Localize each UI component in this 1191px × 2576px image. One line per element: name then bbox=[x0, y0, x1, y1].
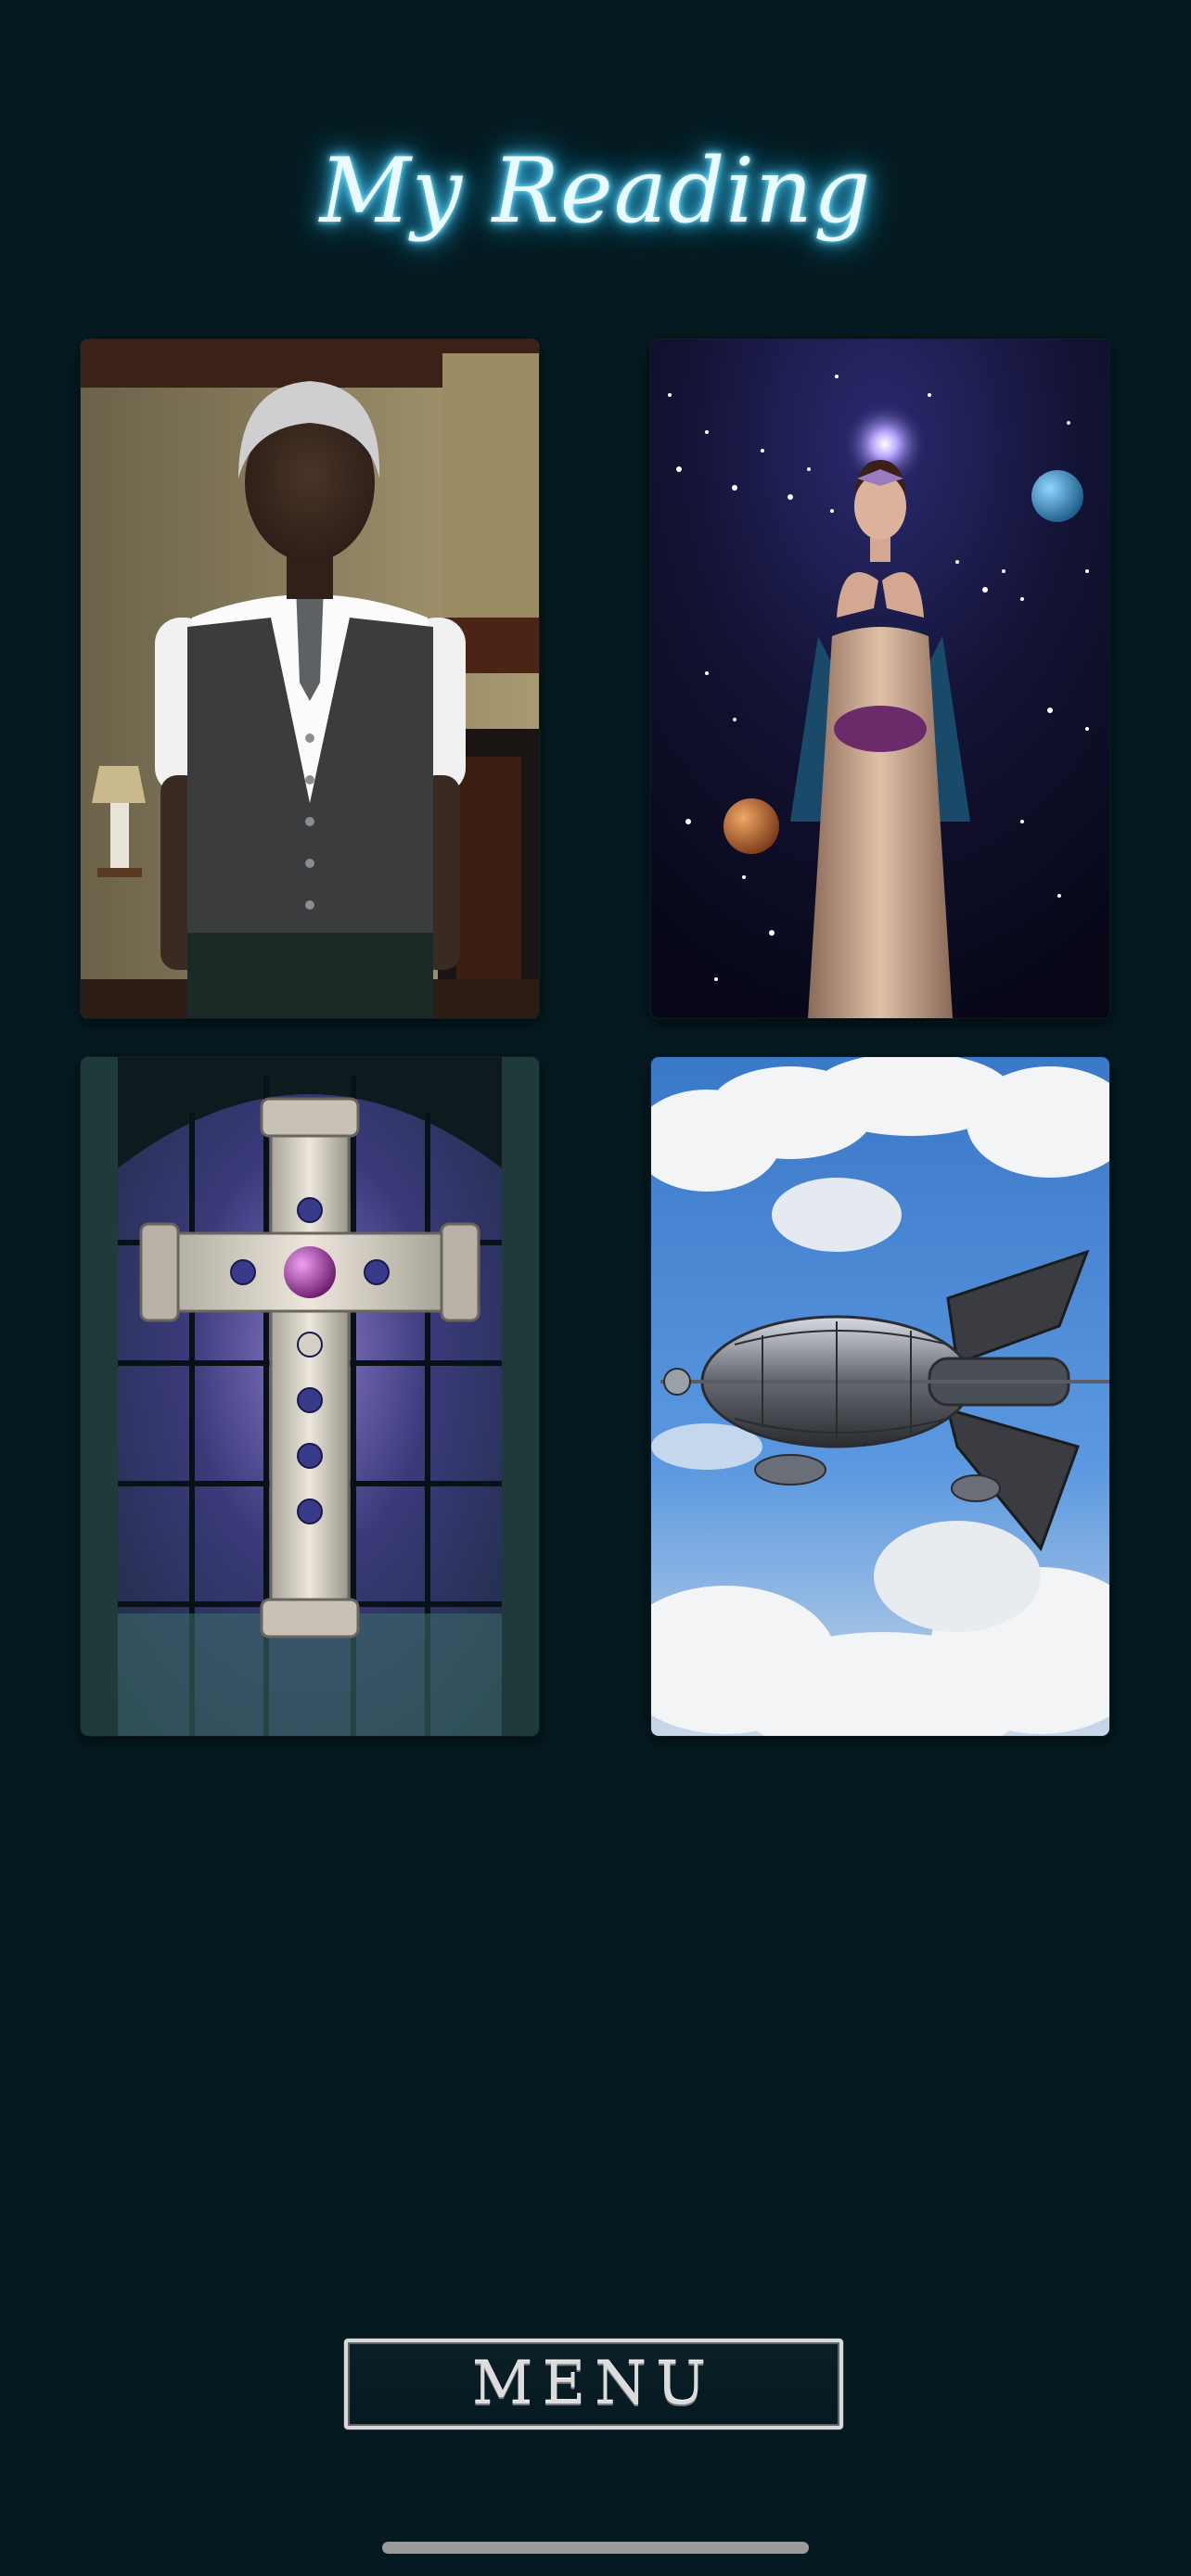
reading-card-3[interactable] bbox=[81, 1057, 539, 1736]
reading-card-4[interactable] bbox=[651, 1057, 1109, 1736]
card-1-artwork bbox=[81, 339, 539, 1018]
reading-card-2[interactable] bbox=[651, 339, 1109, 1018]
card-2-artwork bbox=[651, 339, 1109, 1018]
reading-card-1[interactable] bbox=[81, 339, 539, 1018]
card-3-artwork bbox=[81, 1057, 539, 1736]
home-indicator[interactable] bbox=[382, 2542, 809, 2554]
card-4-artwork bbox=[651, 1057, 1109, 1736]
page-title: My Reading bbox=[319, 139, 872, 243]
menu-button[interactable]: MENU bbox=[344, 2339, 843, 2429]
